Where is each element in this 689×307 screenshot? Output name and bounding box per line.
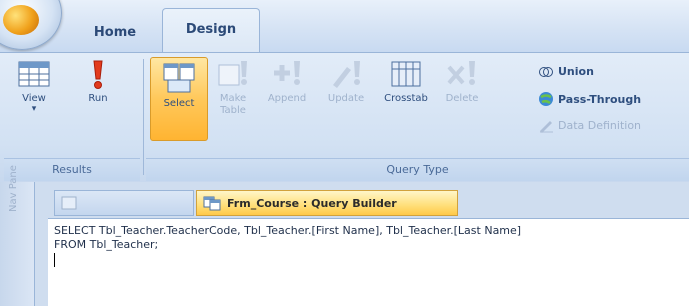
tab-design[interactable]: Design — [162, 8, 260, 53]
crosstab-label: Crosstab — [384, 93, 428, 104]
data-definition-button[interactable]: Data Definition — [538, 117, 641, 133]
navigation-pane-label: Nav Pane — [8, 165, 19, 212]
sql-line-2: FROM Tbl_Teacher; — [54, 238, 159, 251]
delete-label: Delete — [445, 93, 479, 104]
select-label: Select — [163, 98, 195, 109]
sql-line-1: SELECT Tbl_Teacher.TeacherCode, Tbl_Teac… — [54, 224, 522, 237]
update-button[interactable]: Update — [318, 57, 374, 139]
view-label: View — [22, 93, 46, 104]
data-definition-label: Data Definition — [558, 118, 642, 132]
exclamation-icon — [93, 60, 103, 89]
chevron-down-icon: ▾ — [31, 104, 37, 114]
data-definition-pencil-icon — [540, 121, 553, 133]
union-label: Union — [558, 65, 594, 78]
crosstab-button[interactable]: Crosstab — [376, 57, 436, 139]
results-group: View ▾ Run Results — [4, 53, 140, 181]
text-caret — [54, 253, 55, 267]
select-query-icon — [163, 63, 195, 93]
update-pencil-icon — [333, 61, 360, 88]
make-table-label: Make Table — [219, 93, 247, 116]
delete-x-icon — [447, 61, 475, 85]
update-label: Update — [327, 93, 365, 104]
append-label: Append — [267, 93, 307, 104]
crosstab-grid-icon — [391, 61, 421, 87]
pass-through-label: Pass-Through — [558, 92, 642, 106]
query-type-group-title: Query Type — [146, 158, 689, 181]
append-icon — [274, 61, 300, 85]
union-button[interactable]: Union — [538, 65, 594, 78]
make-table-icon — [218, 61, 247, 86]
ribbon-tab-bar: Home Design — [0, 0, 689, 53]
delete-button[interactable]: Delete — [438, 57, 486, 139]
doc-tab-query-builder-label: Frm_Course : Query Builder — [227, 196, 397, 210]
datasheet-view-icon — [18, 61, 50, 87]
append-button[interactable]: Append — [258, 57, 316, 139]
select-button[interactable]: Select — [150, 57, 208, 141]
make-table-button[interactable]: Make Table — [210, 57, 256, 139]
navigation-pane[interactable]: Nav Pane — [0, 165, 35, 306]
doc-tab-inactive[interactable] — [54, 190, 194, 216]
globe-icon — [539, 92, 553, 106]
ribbon: View ▾ Run Results Select Make Table App… — [0, 52, 689, 184]
query-icon — [203, 196, 221, 211]
office-logo-icon — [3, 5, 39, 35]
view-button[interactable]: View ▾ — [6, 57, 62, 139]
office-button[interactable] — [0, 0, 62, 50]
union-rings-icon — [539, 66, 553, 77]
group-divider — [143, 59, 144, 175]
sql-text[interactable]: SELECT Tbl_Teacher.TeacherCode, Tbl_Teac… — [54, 224, 521, 252]
tab-home[interactable]: Home — [82, 14, 148, 52]
results-group-title: Results — [4, 158, 140, 181]
doc-tab-query-builder[interactable]: Frm_Course : Query Builder — [196, 190, 458, 216]
form-icon — [61, 196, 77, 210]
run-button[interactable]: Run — [70, 57, 126, 139]
pass-through-button[interactable]: Pass-Through — [538, 91, 641, 107]
run-label: Run — [88, 93, 108, 104]
